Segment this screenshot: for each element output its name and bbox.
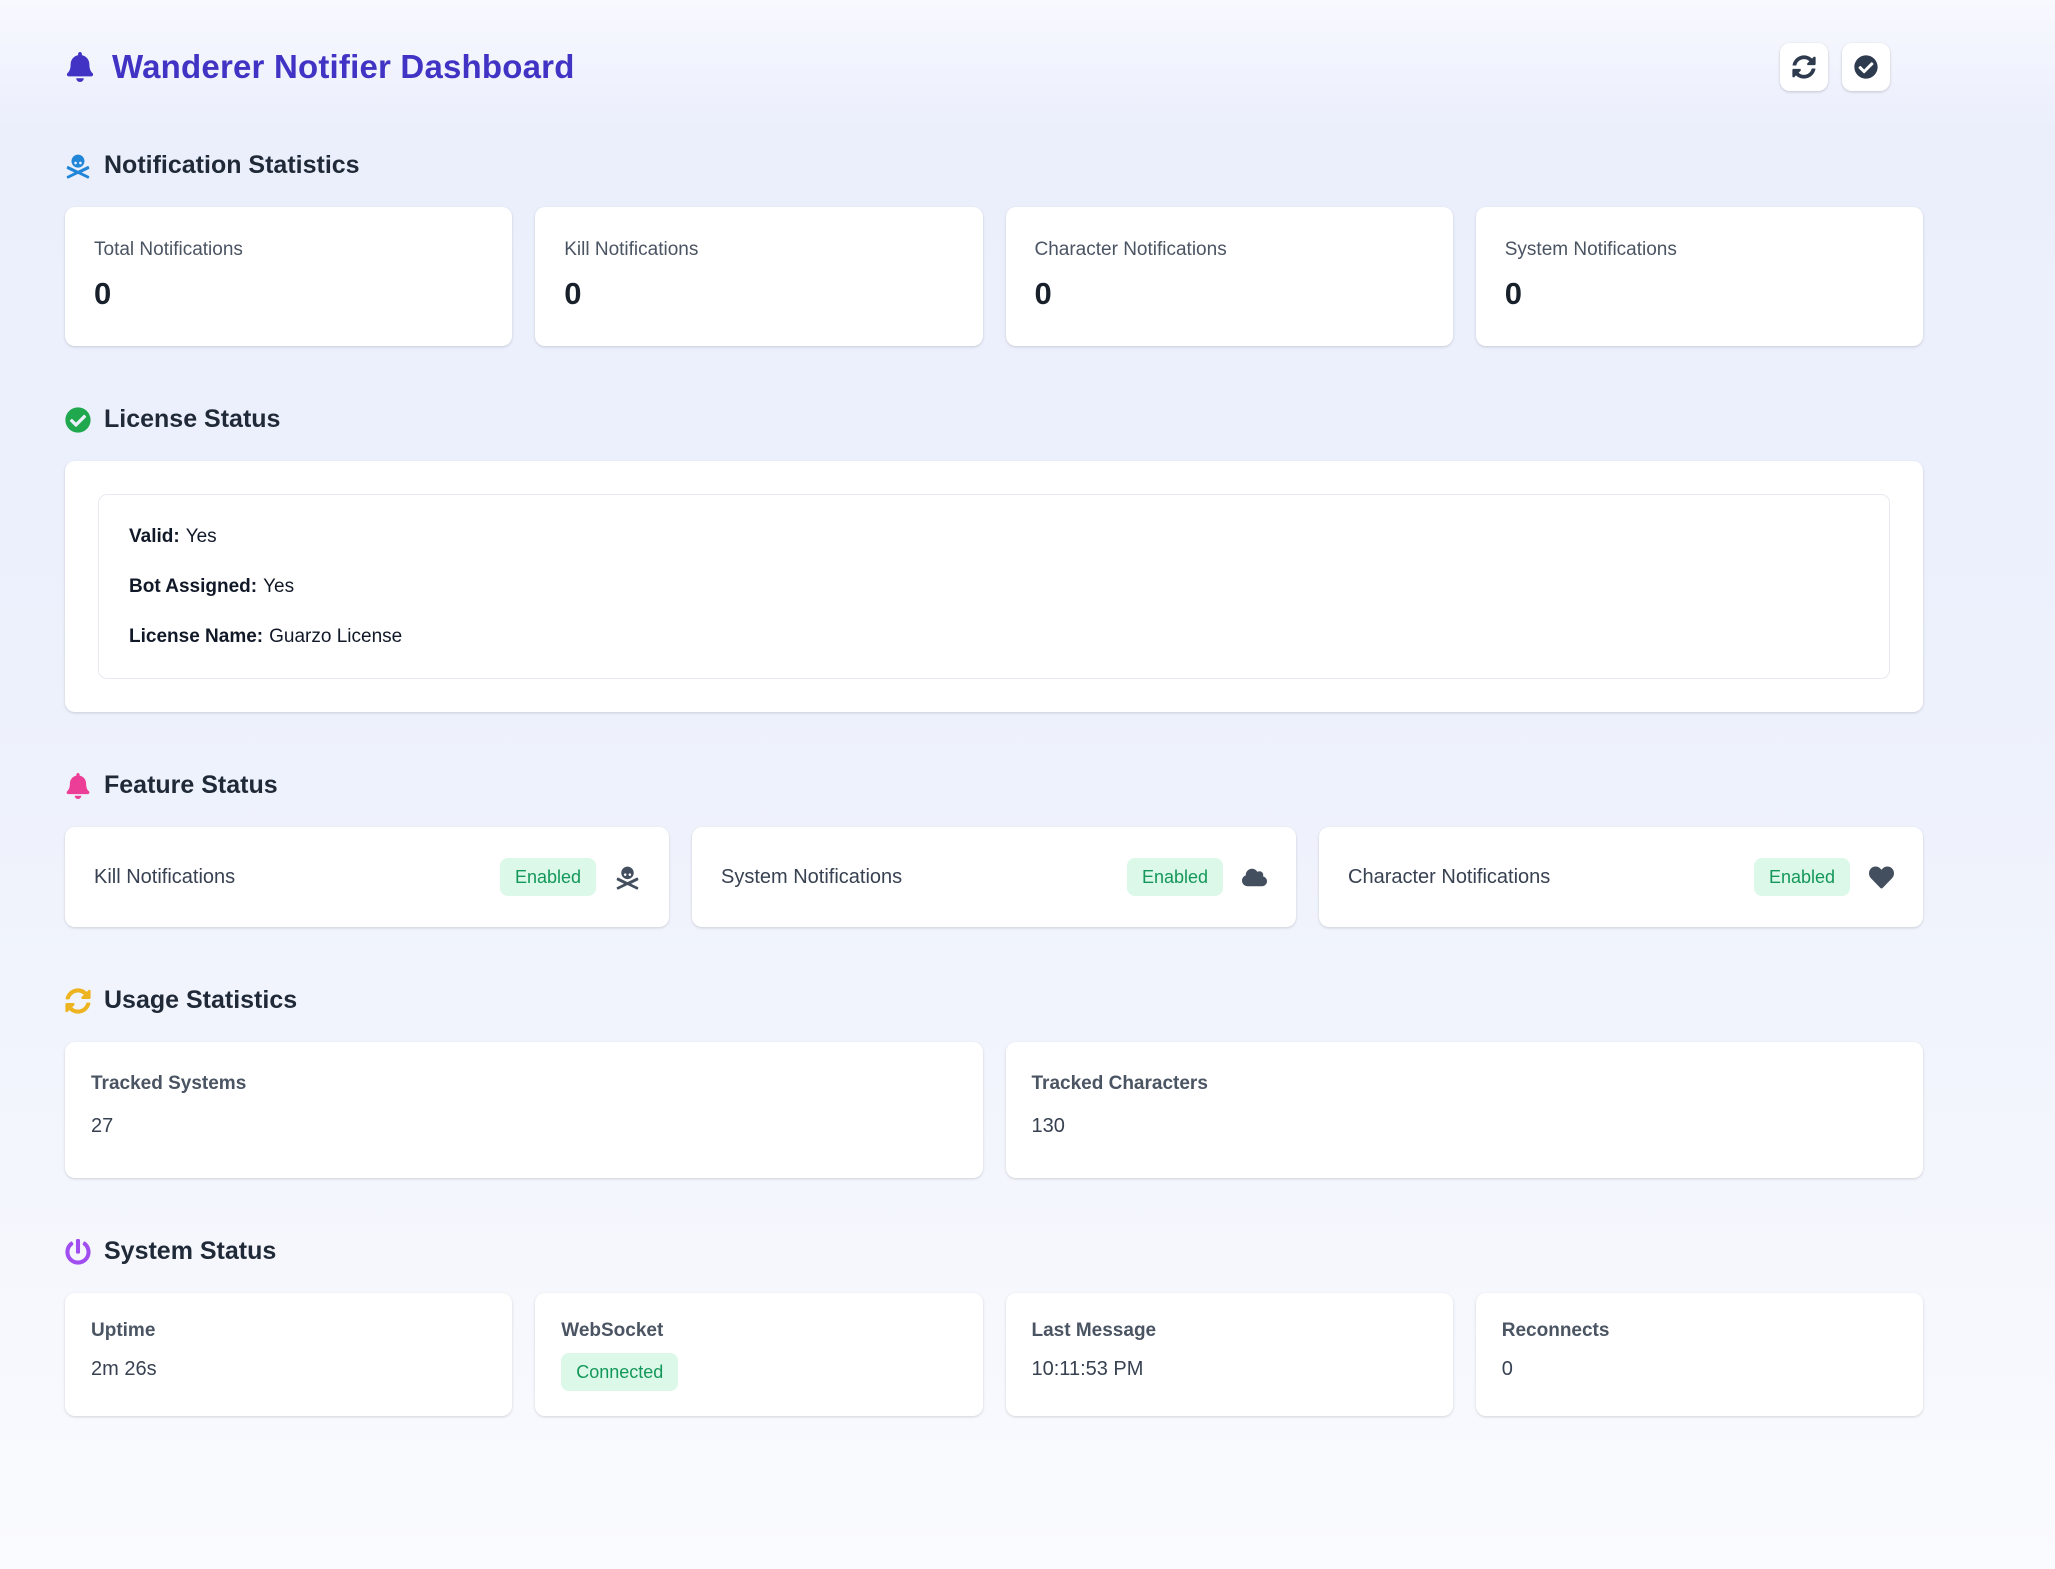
notification-statistics-grid: Total Notifications 0 Kill Notifications…	[65, 207, 1923, 346]
stat-value: 0	[1505, 276, 1894, 312]
sys-value: 0	[1502, 1357, 1897, 1382]
skull-crossbones-icon	[65, 153, 91, 179]
feature-status-group: Enabled	[500, 858, 640, 896]
dashboard-page: Wanderer Notifier Dashboard Notification…	[0, 0, 2055, 1416]
license-field-label: Bot Assigned:	[129, 576, 257, 597]
skull-crossbones-icon	[615, 865, 640, 890]
usage-statistics-heading: Usage Statistics	[65, 985, 1923, 1016]
section-title: System Status	[104, 1236, 276, 1267]
stat-card-character-notifications: Character Notifications 0	[1006, 207, 1453, 346]
system-status-heading: System Status	[65, 1236, 1923, 1267]
usage-card-tracked-systems: Tracked Systems 27	[65, 1042, 983, 1178]
section-title: Feature Status	[104, 770, 278, 801]
license-field-label: License Name:	[129, 626, 263, 647]
feature-status-heading: Feature Status	[65, 770, 1923, 801]
bell-icon	[65, 773, 91, 799]
refresh-icon	[1792, 55, 1816, 79]
usage-card-tracked-characters: Tracked Characters 130	[1006, 1042, 1924, 1178]
stat-value: 0	[1035, 276, 1424, 312]
stat-value: 0	[94, 276, 483, 312]
sys-label: WebSocket	[561, 1319, 956, 1343]
stat-value: 0	[564, 276, 953, 312]
status-badge: Enabled	[500, 858, 596, 896]
check-circle-icon	[1854, 55, 1878, 79]
sys-label: Uptime	[91, 1319, 486, 1343]
section-title: License Status	[104, 404, 280, 435]
usage-label: Tracked Systems	[91, 1072, 957, 1096]
license-field-value: Guarzo License	[269, 626, 402, 647]
license-field-bot-assigned: Bot Assigned: Yes	[129, 575, 1859, 599]
feature-label: System Notifications	[721, 866, 902, 889]
power-icon	[65, 1239, 91, 1265]
sys-card-websocket: WebSocket Connected	[535, 1293, 982, 1416]
feature-status-grid: Kill Notifications Enabled System Notifi…	[65, 827, 1923, 927]
feature-card-character-notifications: Character Notifications Enabled	[1319, 827, 1923, 927]
sys-card-reconnects: Reconnects 0	[1476, 1293, 1923, 1416]
usage-value: 27	[91, 1114, 957, 1139]
usage-label: Tracked Characters	[1032, 1072, 1898, 1096]
stat-card-kill-notifications: Kill Notifications 0	[535, 207, 982, 346]
stat-label: Kill Notifications	[564, 237, 953, 262]
license-field-value: Yes	[186, 526, 217, 547]
license-field-valid: Valid: Yes	[129, 525, 1859, 549]
license-details-box: Valid: Yes Bot Assigned: Yes License Name:…	[98, 494, 1890, 679]
section-usage-statistics: Usage Statistics Tracked Systems 27 Trac…	[65, 985, 1923, 1178]
feature-label: Kill Notifications	[94, 866, 235, 889]
section-title: Notification Statistics	[104, 150, 360, 181]
status-badge: Enabled	[1754, 858, 1850, 896]
license-field-label: Valid:	[129, 526, 180, 547]
sys-badge-row: Connected	[561, 1353, 956, 1391]
license-status-heading: License Status	[65, 404, 1923, 435]
sys-value: 10:11:53 PM	[1032, 1357, 1427, 1382]
feature-status-group: Enabled	[1754, 858, 1894, 896]
license-card: Valid: Yes Bot Assigned: Yes License Name:…	[65, 461, 1923, 712]
stat-label: Character Notifications	[1035, 237, 1424, 262]
refresh-icon	[65, 988, 91, 1014]
sys-label: Reconnects	[1502, 1319, 1897, 1343]
check-circle-icon	[65, 407, 91, 433]
status-badge: Enabled	[1127, 858, 1223, 896]
refresh-button[interactable]	[1780, 43, 1828, 91]
section-system-status: System Status Uptime 2m 26s WebSocket Co…	[65, 1236, 1923, 1416]
sys-value: 2m 26s	[91, 1357, 486, 1382]
section-notification-statistics: Notification Statistics Total Notificati…	[65, 150, 1923, 346]
header: Wanderer Notifier Dashboard	[65, 43, 1923, 91]
usage-statistics-grid: Tracked Systems 27 Tracked Characters 13…	[65, 1042, 1923, 1178]
license-field-license-name: License Name: Guarzo License	[129, 625, 1859, 649]
section-feature-status: Feature Status Kill Notifications Enable…	[65, 770, 1923, 927]
license-field-value: Yes	[263, 576, 294, 597]
feature-card-system-notifications: System Notifications Enabled	[692, 827, 1296, 927]
sys-card-uptime: Uptime 2m 26s	[65, 1293, 512, 1416]
feature-status-group: Enabled	[1127, 858, 1267, 896]
stat-card-total-notifications: Total Notifications 0	[65, 207, 512, 346]
section-license-status: License Status Valid: Yes Bot Assigned: Ye…	[65, 404, 1923, 712]
header-title-group: Wanderer Notifier Dashboard	[65, 48, 575, 86]
feature-label: Character Notifications	[1348, 866, 1550, 889]
bell-icon	[65, 52, 95, 82]
notification-statistics-heading: Notification Statistics	[65, 150, 1923, 181]
usage-value: 130	[1032, 1114, 1898, 1139]
connection-status-badge: Connected	[561, 1353, 678, 1391]
stat-label: System Notifications	[1505, 237, 1894, 262]
header-actions	[1780, 43, 1890, 91]
stat-label: Total Notifications	[94, 237, 483, 262]
system-status-grid: Uptime 2m 26s WebSocket Connected Last M…	[65, 1293, 1923, 1416]
feature-card-kill-notifications: Kill Notifications Enabled	[65, 827, 669, 927]
stat-card-system-notifications: System Notifications 0	[1476, 207, 1923, 346]
heart-icon	[1869, 865, 1894, 890]
section-title: Usage Statistics	[104, 985, 297, 1016]
page-title: Wanderer Notifier Dashboard	[112, 48, 575, 86]
sys-card-last-message: Last Message 10:11:53 PM	[1006, 1293, 1453, 1416]
cloud-icon	[1242, 865, 1267, 890]
status-check-button[interactable]	[1842, 43, 1890, 91]
sys-label: Last Message	[1032, 1319, 1427, 1343]
